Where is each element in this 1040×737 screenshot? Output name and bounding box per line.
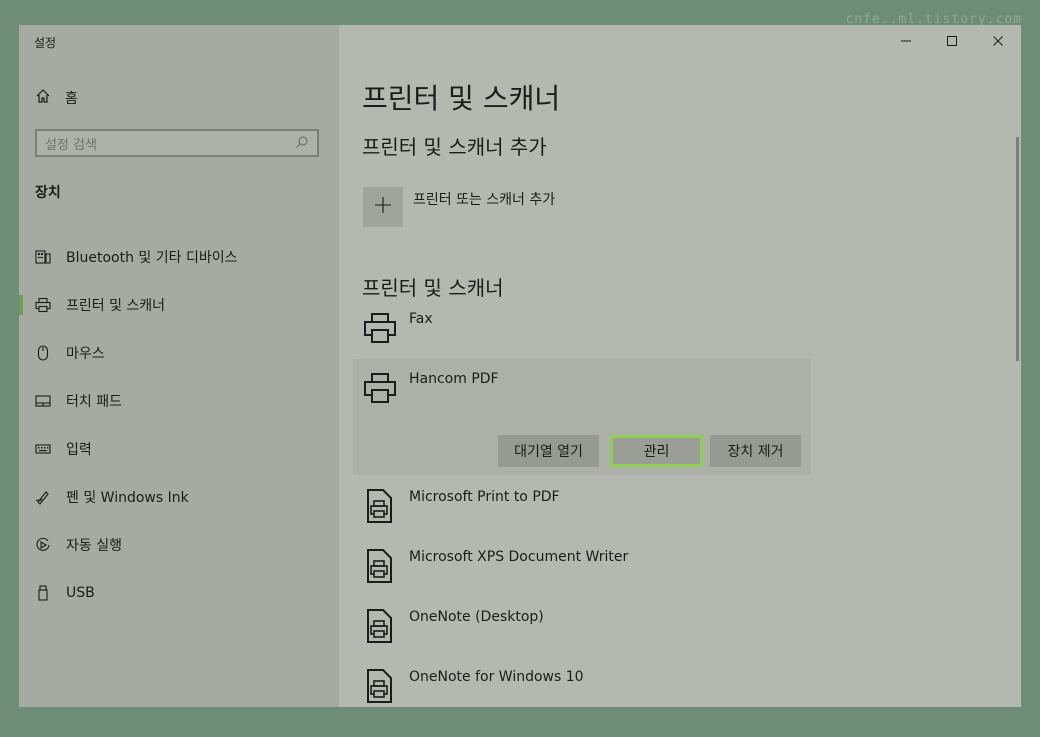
remove-device-button[interactable]: 장치 제거 [710,435,801,467]
window-controls [883,25,1021,57]
mouse-icon [35,345,51,361]
sidebar-item-label: 마우스 [66,346,105,362]
sidebar-item-pen[interactable]: 펜 및 Windows Ink [19,473,339,521]
printer-icon [363,311,397,345]
settings-window: 설정 홈 설정 검색 장치 Bluetooth 및 기타 디바이스 프린터 및 … [19,25,1021,707]
sidebar-section-title: 장치 [35,185,61,201]
search-box[interactable]: 설정 검색 [35,129,319,157]
device-item-print-to-pdf[interactable]: Microsoft Print to PDF [353,487,811,543]
sidebar-item-label: Bluetooth 및 기타 디바이스 [66,250,238,266]
device-item-xps-writer[interactable]: Microsoft XPS Document Writer [353,547,811,603]
sidebar-item-typing[interactable]: 입력 [19,425,339,473]
sidebar-item-touchpad[interactable]: 터치 패드 [19,377,339,425]
home-label: 홈 [65,91,78,107]
document-printer-icon [363,609,397,643]
sidebar-item-label: 입력 [66,442,92,458]
keyboard-icon [35,441,51,457]
page-title: 프린터 및 스캐너 [362,82,561,115]
device-name: Microsoft Print to PDF [409,489,560,505]
touchpad-icon [35,393,51,409]
usb-icon [35,585,51,601]
device-item-onenote-win10[interactable]: OneNote for Windows 10 [353,667,811,707]
close-icon [992,32,1004,51]
maximize-button[interactable] [929,25,975,57]
document-printer-icon [363,669,397,703]
add-printer-button[interactable] [363,187,403,227]
close-button[interactable] [975,25,1021,57]
maximize-icon [946,32,958,51]
printers-list-title: 프린터 및 스캐너 [362,276,504,300]
scrollbar[interactable] [1016,137,1019,361]
device-name: Fax [409,311,433,327]
pen-icon [35,489,51,505]
device-name: OneNote (Desktop) [409,609,544,625]
main-content: 프린터 및 스캐너 프린터 및 스캐너 추가 프린터 또는 스캐너 추가 프린터… [339,25,1021,707]
sidebar-item-bluetooth[interactable]: Bluetooth 및 기타 디바이스 [19,233,339,281]
printer-icon [35,297,51,313]
search-input[interactable]: 설정 검색 [45,134,97,153]
search-icon[interactable] [295,134,309,153]
device-item-onenote-desktop[interactable]: OneNote (Desktop) [353,607,811,663]
sidebar-item-label: 프린터 및 스캐너 [66,298,166,314]
plus-icon [374,196,392,218]
sidebar: 설정 홈 설정 검색 장치 Bluetooth 및 기타 디바이스 프린터 및 … [19,25,339,707]
open-queue-button[interactable]: 대기열 열기 [498,435,599,467]
sidebar-item-label: 터치 패드 [66,394,122,410]
sidebar-item-mouse[interactable]: 마우스 [19,329,339,377]
minimize-icon [900,32,912,51]
home-icon [35,88,51,108]
minimize-button[interactable] [883,25,929,57]
sidebar-nav: Bluetooth 및 기타 디바이스 프린터 및 스캐너 마우스 터치 패드 [19,233,339,617]
add-section-title: 프린터 및 스캐너 추가 [362,135,547,159]
add-printer-label[interactable]: 프린터 또는 스캐너 추가 [413,189,555,209]
device-name: Microsoft XPS Document Writer [409,549,629,565]
window-title: 설정 [34,36,57,50]
autoplay-icon [35,537,51,553]
sidebar-item-printers[interactable]: 프린터 및 스캐너 [19,281,339,329]
sidebar-item-label: USB [66,585,95,601]
document-printer-icon [363,549,397,583]
document-printer-icon [363,489,397,523]
device-name: OneNote for Windows 10 [409,669,584,685]
sidebar-home[interactable]: 홈 [35,87,78,109]
device-name: Hancom PDF [409,371,499,387]
bluetooth-devices-icon [35,249,51,265]
manage-button[interactable]: 관리 [610,435,703,467]
sidebar-item-label: 펜 및 Windows Ink [66,490,189,506]
device-item-fax[interactable]: Fax [353,309,811,357]
printer-icon [363,371,397,405]
sidebar-item-usb[interactable]: USB [19,569,339,617]
device-item-hancom-pdf[interactable]: Hancom PDF 대기열 열기 관리 장치 제거 [353,359,811,475]
sidebar-item-autoplay[interactable]: 자동 실행 [19,521,339,569]
sidebar-item-label: 자동 실행 [66,538,122,554]
